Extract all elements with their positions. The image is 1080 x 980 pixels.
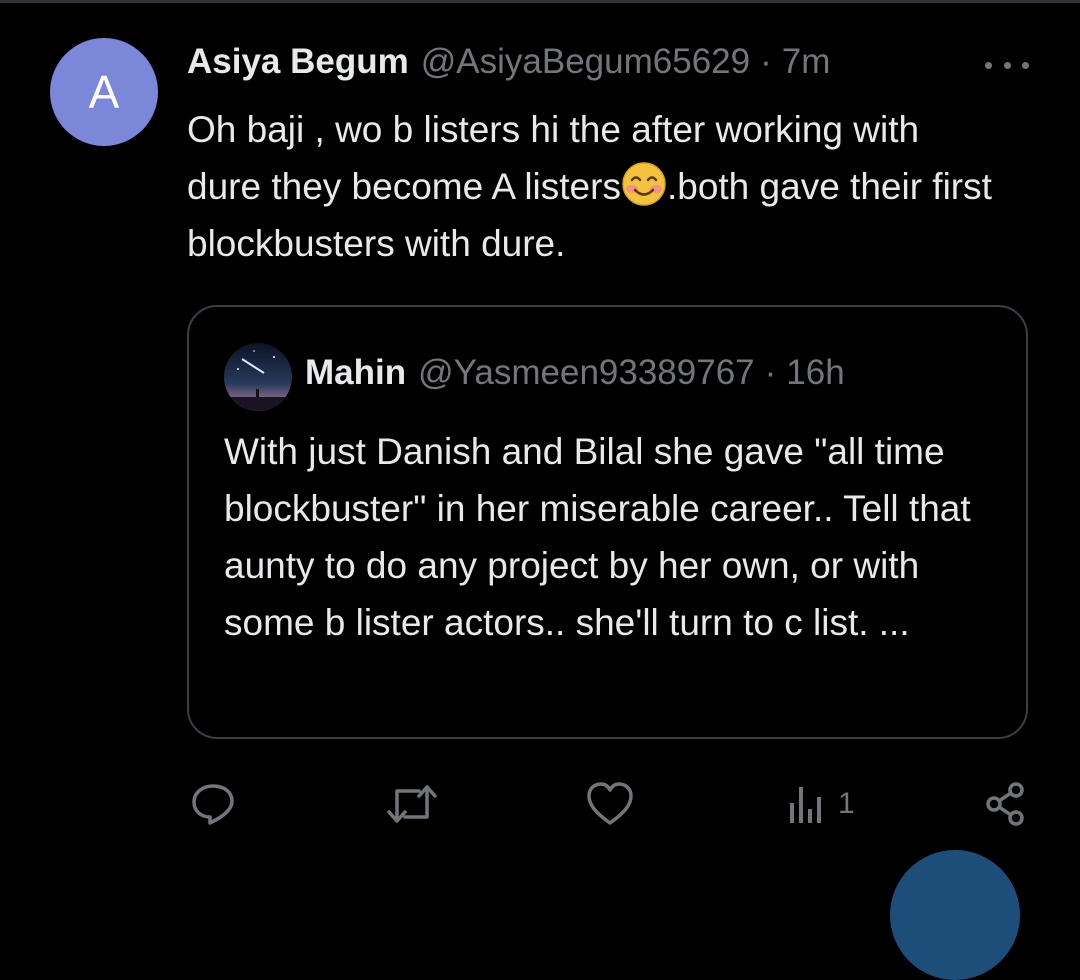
smiling-face-emoji-icon [622,162,666,206]
display-name[interactable]: Asiya Begum [187,42,409,82]
quoted-separator-dot: · [764,353,777,392]
quoted-handle[interactable]: @Yasmeen93389767 [418,353,755,393]
top-divider [0,0,1080,3]
avatar-letter: A [88,66,120,118]
user-handle[interactable]: @AsiyaBegum65629 [421,42,750,82]
separator-dot: · [760,42,772,81]
tweet-header: Asiya Begum @AsiyaBegum65629 · 7m [187,42,830,88]
like-icon [587,782,633,825]
action-bar: 1 [0,780,1080,830]
tweet-text: Oh baji , wo b listers hi the after work… [187,101,997,272]
quoted-display-name[interactable]: Mahin [305,353,406,393]
share-button[interactable] [984,780,1028,828]
compose-fab-button[interactable] [890,850,1020,980]
avatar[interactable]: A [50,38,158,146]
quoted-timestamp[interactable]: 16h [786,353,844,393]
retweet-icon [387,785,437,823]
quoted-header: Mahin @Yasmeen93389767 · 16h [305,353,845,393]
views-button[interactable]: 1 [788,780,855,828]
share-icon [986,782,1024,826]
views-count: 1 [838,787,855,820]
night-sky-avatar-icon [224,343,292,411]
quoted-tweet[interactable]: Mahin @Yasmeen93389767 · 16h With just D… [187,305,1028,739]
reply-icon [192,784,234,825]
timestamp[interactable]: 7m [782,42,831,82]
more-options-icon[interactable] [985,55,1029,75]
quoted-avatar[interactable] [224,343,292,411]
retweet-button[interactable] [386,780,438,828]
quoted-text: With just Danish and Bilal she gave "all… [224,431,971,643]
reply-button[interactable] [190,780,236,828]
views-icon [790,787,821,823]
like-button[interactable] [586,780,634,828]
